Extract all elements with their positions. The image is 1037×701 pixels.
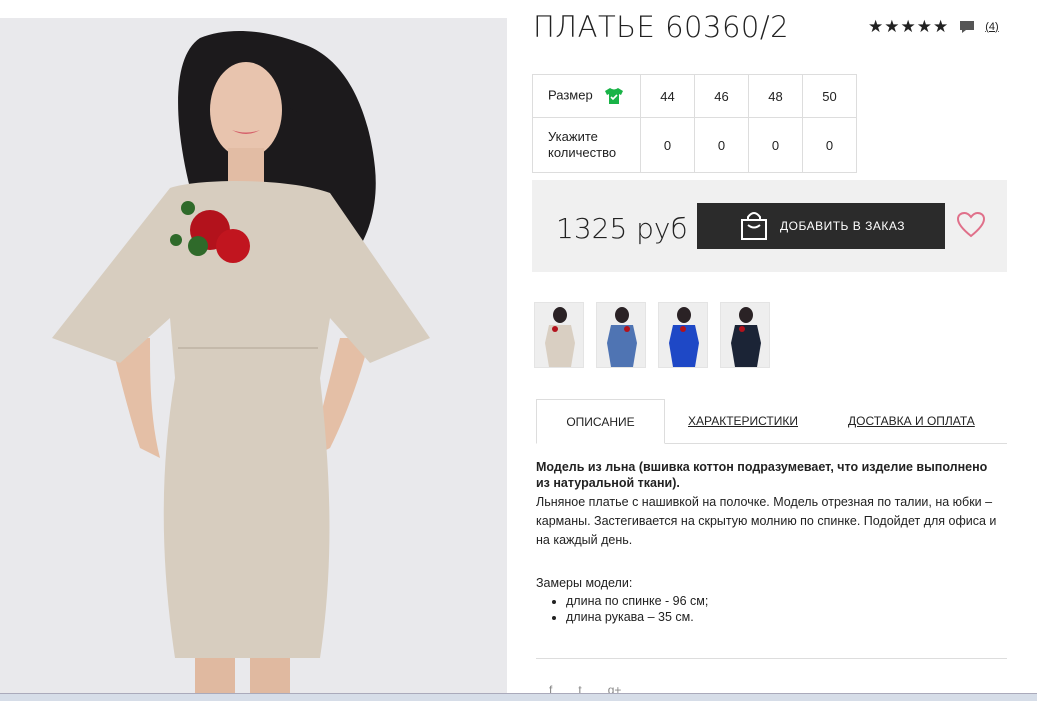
quantity-row: Укажите количество 0 0 0 0	[532, 117, 857, 173]
star-icon: ★	[916, 17, 932, 36]
review-count-link[interactable]: (4)	[985, 21, 998, 33]
size-option-50[interactable]: 50	[802, 74, 857, 118]
star-icon: ★	[900, 17, 916, 36]
quantity-input-50[interactable]: 0	[802, 117, 857, 173]
quantity-input-44[interactable]: 0	[640, 117, 695, 173]
tab-description[interactable]: ОПИСАНИЕ	[536, 399, 665, 444]
quantity-input-46[interactable]: 0	[694, 117, 749, 173]
tab-delivery-payment[interactable]: ДОСТАВКА И ОПЛАТА	[848, 399, 975, 443]
tab-bar: ОПИСАНИЕ ХАРАКТЕРИСТИКИ ДОСТАВКА И ОПЛАТ…	[536, 399, 1007, 444]
add-to-order-button[interactable]: ДОБАВИТЬ В ЗАКАЗ	[697, 203, 945, 249]
size-row: Размер 44 46 48 50	[532, 74, 857, 118]
quantity-label-line2: количество	[548, 145, 617, 160]
size-label-cell: Размер	[532, 74, 641, 118]
buy-box: 1325 руб ДОБАВИТЬ В ЗАКАЗ	[532, 180, 1007, 272]
thumbnail-beige[interactable]	[534, 302, 584, 368]
size-table: Размер 44 46 48 50 Укажите количество 0 …	[532, 74, 857, 173]
price: 1325 руб	[556, 212, 688, 245]
star-icon: ★	[884, 17, 900, 36]
add-to-order-label: ДОБАВИТЬ В ЗАКАЗ	[780, 219, 905, 233]
star-icon: ★	[868, 17, 884, 36]
divider	[536, 658, 1007, 659]
shopping-bag-icon	[741, 212, 767, 240]
measures-title: Замеры модели:	[536, 576, 633, 590]
thumbnail-strip	[534, 302, 770, 368]
size-option-46[interactable]: 46	[694, 74, 749, 118]
quantity-label-line1: Укажите	[548, 129, 598, 144]
thumbnail-navy[interactable]	[720, 302, 770, 368]
list-item: длина рукава – 35 см.	[566, 609, 1004, 625]
product-photo[interactable]	[0, 18, 507, 700]
size-label: Размер	[548, 87, 593, 103]
tab-characteristics[interactable]: ХАРАКТЕРИСТИКИ	[688, 399, 798, 443]
comment-icon[interactable]	[959, 20, 975, 34]
description-body: Льняное платье с нашивкой на полочке. Мо…	[536, 495, 997, 547]
thumbnail-light-blue[interactable]	[596, 302, 646, 368]
tshirt-icon[interactable]	[604, 87, 624, 105]
star-icon: ★	[933, 17, 949, 36]
measures-list: длина по спинке - 96 см; длина рукава – …	[536, 593, 1004, 625]
product-title: ПЛАТЬЕ 60360/2	[533, 10, 790, 44]
quantity-label-cell: Укажите количество	[532, 117, 641, 173]
description-lead: Модель из льна (вшивка коттон подразумев…	[536, 460, 988, 490]
description-panel: Модель из льна (вшивка коттон подразумев…	[536, 459, 1004, 625]
list-item: длина по спинке - 96 см;	[566, 593, 1004, 609]
thumbnail-royal-blue[interactable]	[658, 302, 708, 368]
heart-icon[interactable]	[957, 212, 985, 238]
quantity-input-48[interactable]: 0	[748, 117, 803, 173]
dress-model-image	[0, 18, 507, 700]
rating[interactable]: ★ ★ ★ ★ ★ (4)	[868, 18, 999, 35]
size-option-44[interactable]: 44	[640, 74, 695, 118]
size-option-48[interactable]: 48	[748, 74, 803, 118]
